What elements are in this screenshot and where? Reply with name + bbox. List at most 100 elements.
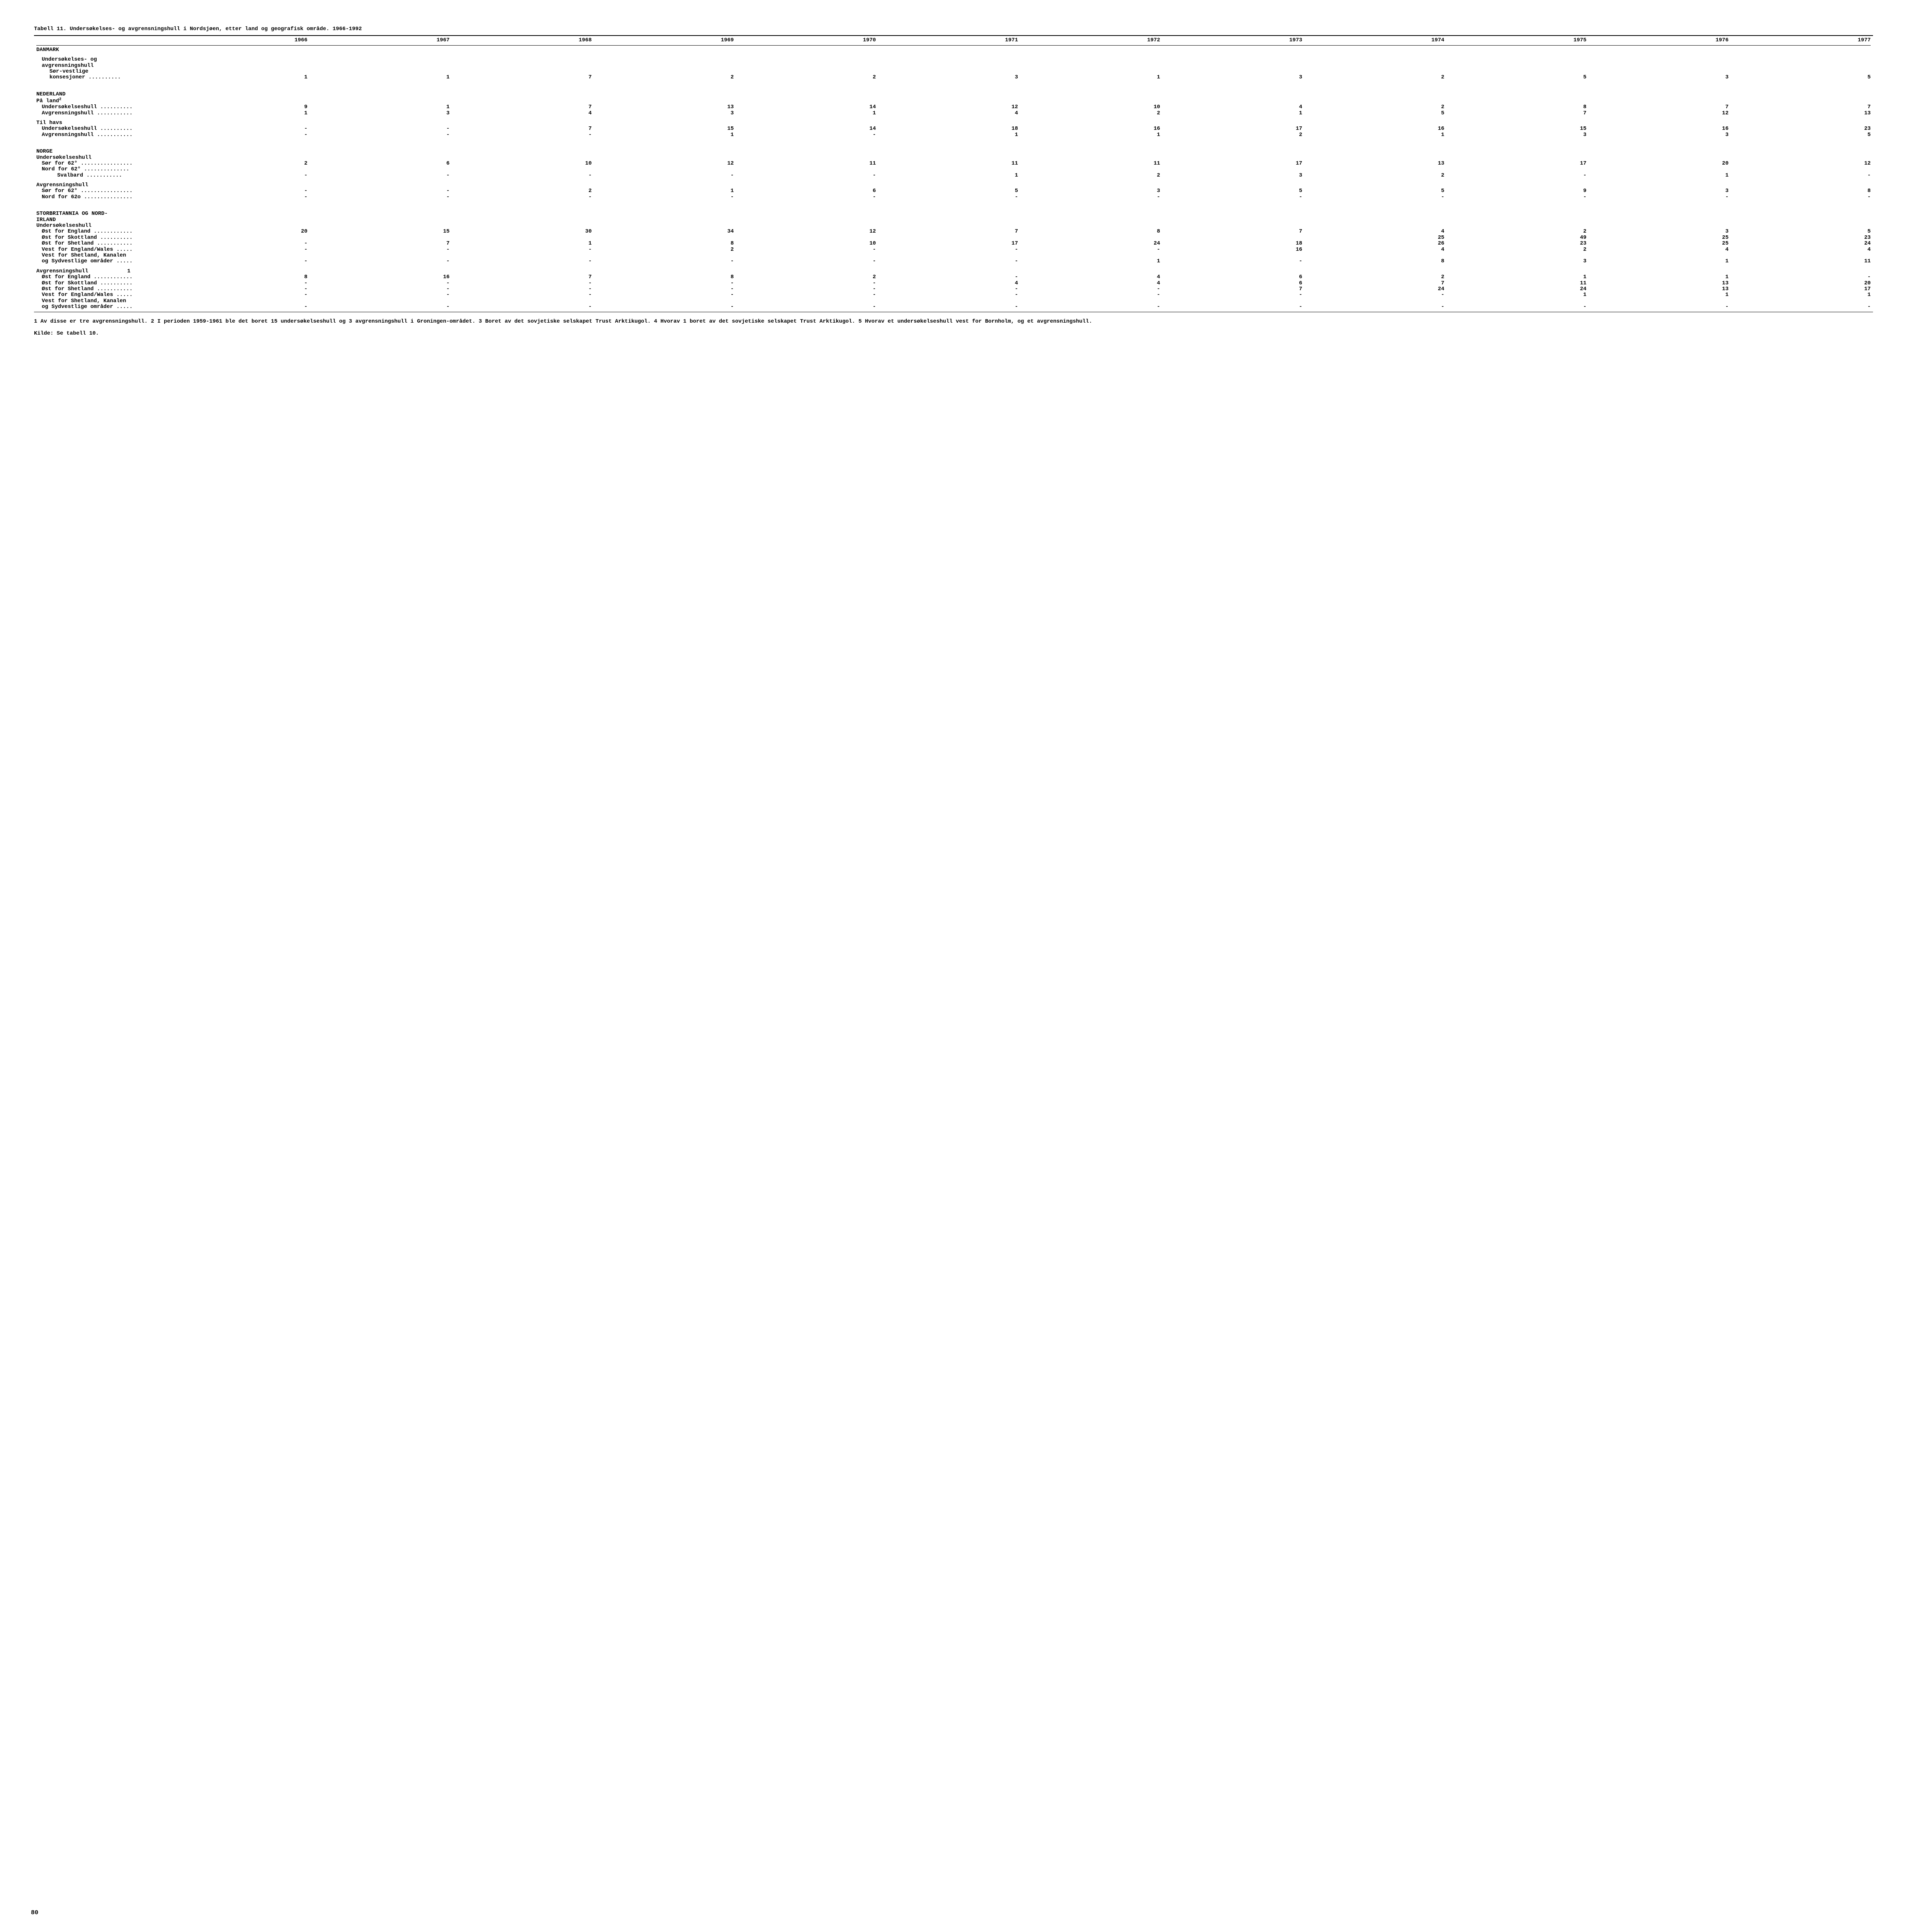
cell: 1 [878, 132, 1020, 138]
cell: 3 [1589, 188, 1731, 194]
cell: 4 [1731, 247, 1873, 253]
cell: 2 [1446, 229, 1589, 235]
cell: 5 [1305, 111, 1447, 116]
cell: - [452, 286, 594, 292]
cell: 1 [310, 104, 452, 110]
cell: 7 [452, 126, 594, 132]
cell: 1 [736, 111, 878, 116]
footnotes: 1 Av disse er tre avgrensningshull. 2 I … [34, 318, 1873, 325]
cell: - [736, 132, 878, 138]
cell: 10 [736, 241, 878, 247]
cell: 7 [452, 75, 594, 80]
year-h: 1967 [310, 37, 452, 43]
cell: - [168, 292, 310, 298]
cell: 7 [452, 274, 594, 280]
cell: - [310, 194, 452, 200]
table-row: konsesjoner .......... 1 1 7 2 2 3 1 3 2… [34, 75, 1873, 80]
cell [736, 235, 878, 241]
cell: - [1163, 292, 1305, 298]
cell: - [168, 132, 310, 138]
table-row: Avgrensningshull ........... - - - 1 - 1… [34, 132, 1873, 138]
row-label: Nord for 62o ............... [34, 194, 168, 200]
cell: 5 [1731, 132, 1873, 138]
table-row: Vest for England/Wales ..... ---2---1642… [34, 247, 1873, 253]
table-row: Vest for Shetland, Kanalen [34, 298, 1873, 304]
cell: - [878, 274, 1020, 280]
cell: 2 [1020, 173, 1163, 179]
cell: - [1446, 173, 1589, 179]
row-label: Øst for England ............ [34, 274, 168, 280]
cell: 20 [1731, 281, 1873, 286]
cell: 8 [1305, 259, 1447, 264]
cell: - [452, 292, 594, 298]
cell: - [310, 247, 452, 253]
cell: 5 [878, 188, 1020, 194]
cell: - [594, 286, 736, 292]
cell: 34 [594, 229, 736, 235]
cell: - [878, 286, 1020, 292]
year-h: 1968 [452, 37, 594, 43]
cell: 16 [1163, 247, 1305, 253]
cell: - [1446, 304, 1589, 310]
cell: 25 [1589, 235, 1731, 241]
cell: - [168, 259, 310, 264]
norge-a-header: Avgrensningshull [34, 182, 168, 188]
cell: - [736, 304, 878, 310]
cell: 4 [1020, 274, 1163, 280]
uk-header2: IRLAND [34, 217, 168, 223]
row-label: Øst for England ............ [34, 229, 168, 235]
cell: - [310, 292, 452, 298]
cell: 3 [1163, 173, 1305, 179]
cell: 1 [1020, 132, 1163, 138]
year-h: 1973 [1163, 37, 1305, 43]
cell: 7 [1163, 286, 1305, 292]
cell: 24 [1446, 286, 1589, 292]
year-h: 1969 [594, 37, 736, 43]
cell: 9 [1446, 188, 1589, 194]
cell: 7 [1446, 111, 1589, 116]
row-label: Vest for Shetland, Kanalen [34, 298, 168, 304]
row-label: Øst for Shetland ........... [34, 241, 168, 247]
danmark-sub1: Undersøkelses- og [34, 57, 168, 63]
norge-header: NORGE [34, 149, 168, 155]
cell: 18 [1163, 241, 1305, 247]
cell: 1 [1163, 111, 1305, 116]
cell: 8 [594, 274, 736, 280]
cell: 4 [1305, 229, 1447, 235]
cell: 4 [1589, 247, 1731, 253]
cell: 16 [1305, 126, 1447, 132]
cell: 1 [1589, 274, 1731, 280]
row-label: Øst for Skottland .......... [34, 281, 168, 286]
cell [452, 235, 594, 241]
table-row: Øst for England ............ 20153034127… [34, 229, 1873, 235]
uk-header1: STORBRITANNIA OG NORD- [34, 211, 168, 217]
row-label: Avgrensningshull ........... [34, 132, 168, 138]
cell: - [452, 259, 594, 264]
cell: 2 [1020, 111, 1163, 116]
cell: 16 [310, 274, 452, 280]
cell: - [452, 247, 594, 253]
table-row: Øst for Shetland ........... -7181017241… [34, 241, 1873, 247]
cell: - [1163, 304, 1305, 310]
row-label: Svalbard ........... [34, 173, 168, 179]
cell: 12 [1589, 111, 1731, 116]
year-h: 1977 [1731, 37, 1873, 43]
cell: 6 [736, 188, 878, 194]
cell: 1 [1305, 132, 1447, 138]
cell: 1 [168, 75, 310, 80]
cell: - [1020, 286, 1163, 292]
table-row: og Sydvestlige områder ..... ------1-831… [34, 259, 1873, 264]
cell: 1 [1446, 274, 1589, 280]
cell: 5 [1731, 229, 1873, 235]
table-title: Tabell 11. Undersøkelses- og avgrensning… [34, 26, 1873, 32]
cell: 3 [878, 75, 1020, 80]
cell: 8 [1020, 229, 1163, 235]
cell: 24 [1020, 241, 1163, 247]
cell: 8 [594, 241, 736, 247]
cell: - [452, 132, 594, 138]
data-table: 1966 1967 1968 1969 1970 1971 1972 1973 … [34, 37, 1873, 310]
page-number: 80 [31, 1910, 38, 1917]
cell: - [168, 188, 310, 194]
cell: 11 [1446, 281, 1589, 286]
cell: 2 [1305, 173, 1447, 179]
